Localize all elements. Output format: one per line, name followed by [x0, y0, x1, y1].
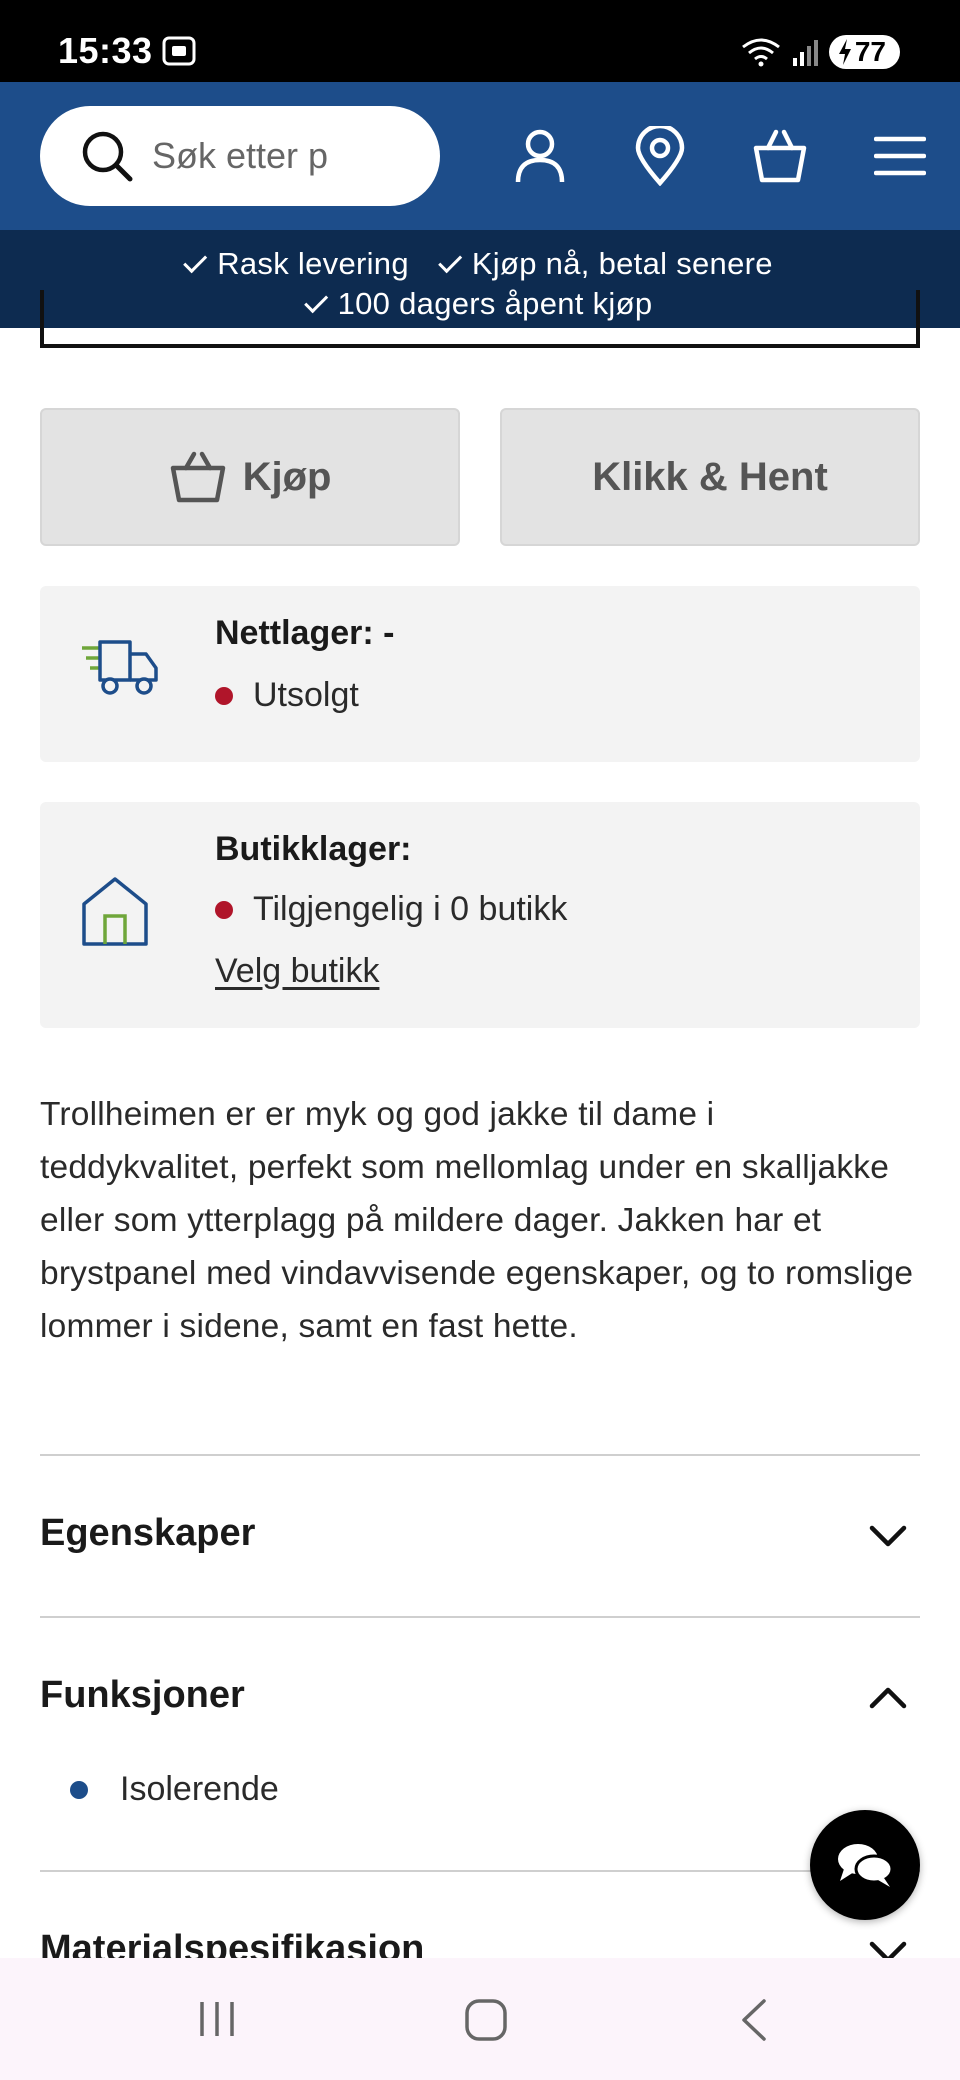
buy-button-label: Kjøp [242, 454, 332, 499]
out-of-stock-dot [215, 686, 233, 705]
charging-icon [838, 39, 851, 65]
divider [40, 1454, 920, 1456]
unavailable-dot [215, 900, 233, 919]
usp-item: Rask levering [183, 246, 409, 282]
check-icon [183, 249, 208, 274]
bullet-dot [70, 1780, 88, 1799]
status-right: 77 [741, 32, 900, 72]
divider [40, 1616, 920, 1618]
feature-list-item: Isolerende [70, 1770, 279, 1809]
buy-button[interactable]: Kjøp [40, 408, 460, 546]
chat-button[interactable] [810, 1810, 920, 1920]
online-stock-card: Nettlager: - Utsolgt [40, 586, 920, 762]
search-input[interactable] [152, 135, 352, 177]
search-bar[interactable] [40, 106, 440, 206]
click-and-collect-label: Klikk & Hent [592, 454, 828, 499]
select-store-link[interactable]: Velg butikk [215, 952, 379, 991]
accordion-properties-title[interactable]: Egenskaper [40, 1512, 255, 1555]
search-icon [82, 131, 133, 182]
wifi-icon [741, 38, 780, 67]
chevron-down-icon[interactable] [868, 1520, 908, 1550]
site-header [0, 82, 960, 230]
online-stock-title: Nettlager: - [215, 614, 395, 652]
size-selector-frame [40, 290, 920, 348]
cart-icon[interactable] [750, 126, 810, 186]
check-icon [437, 249, 463, 274]
accordion-functions-title[interactable]: Funksjoner [40, 1674, 245, 1717]
back-icon[interactable] [738, 1998, 768, 2042]
menu-icon[interactable] [870, 126, 930, 186]
store-locator-icon[interactable] [630, 126, 690, 186]
status-time: 15:33 [58, 30, 153, 71]
home-icon[interactable] [464, 1998, 508, 2042]
status-bar: 15:33 77 [0, 0, 960, 82]
signal-icon [792, 40, 818, 66]
account-icon[interactable] [510, 126, 570, 186]
click-and-collect-button[interactable]: Klikk & Hent [500, 408, 920, 546]
chevron-up-icon[interactable] [868, 1682, 908, 1712]
basket-icon [170, 451, 225, 503]
store-stock-card: Butikklager: Tilgjengelig i 0 butikk Vel… [40, 802, 920, 1028]
delivery-truck-icon [82, 640, 158, 695]
store-stock-title: Butikklager: [215, 830, 412, 868]
battery-indicator: 77 [828, 35, 900, 69]
divider [40, 1870, 920, 1872]
screenshot-icon [162, 36, 196, 66]
chat-icon [838, 1844, 894, 1887]
store-house-icon [82, 877, 148, 946]
product-description: Trollheimen er er myk og god jakke til d… [40, 1096, 914, 1345]
system-nav-bar [0, 1958, 960, 2080]
store-stock-status: Tilgjengelig i 0 butikk [215, 890, 567, 929]
recent-apps-icon[interactable] [196, 1998, 238, 2040]
battery-level: 77 [854, 36, 886, 67]
online-stock-status: Utsolgt [215, 676, 359, 715]
usp-item: Kjøp nå, betal senere [437, 246, 773, 282]
